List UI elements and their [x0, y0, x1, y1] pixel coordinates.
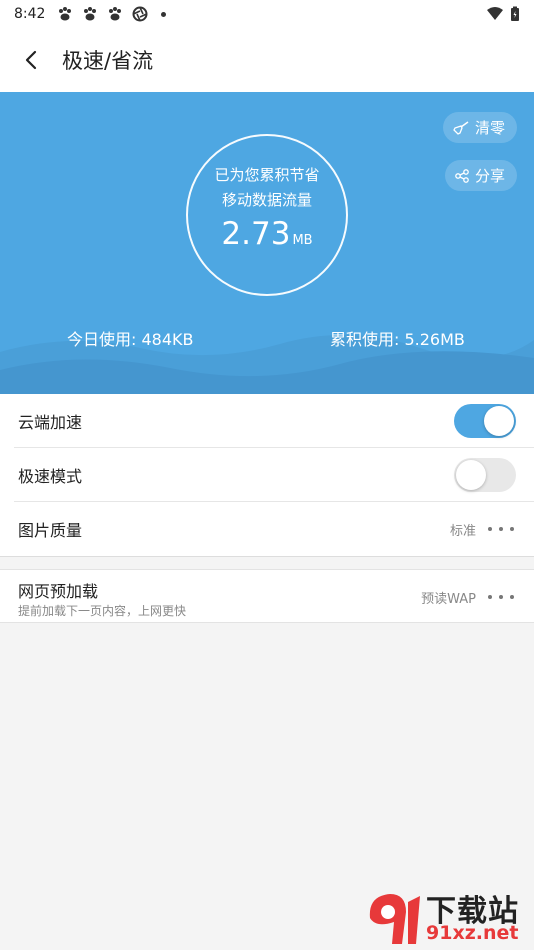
- total-usage: 累积使用: 5.26MB: [330, 330, 465, 349]
- saved-data-circle: 已为您累积节省 移动数据流量 2.73 MB: [186, 134, 348, 296]
- chevron-left-icon: [25, 50, 37, 70]
- image-quality-label: 图片质量: [18, 521, 83, 540]
- more-options-icon[interactable]: [488, 591, 514, 603]
- paw-notification-icon: [109, 7, 122, 21]
- status-bar: 8:42: [0, 0, 534, 28]
- saved-value: 2.73: [221, 216, 291, 252]
- today-usage: 今日使用: 484KB: [67, 330, 194, 349]
- status-time: 8:42: [14, 6, 46, 22]
- saved-caption-line2: 移动数据流量: [221, 191, 312, 209]
- watermark-site: 91xz.net: [426, 922, 519, 944]
- more-notifications-dot: [161, 11, 167, 17]
- toggle-knob: [484, 405, 514, 436]
- broom-icon: [453, 120, 469, 135]
- saved-amount: 2.73 MB: [188, 217, 346, 258]
- section-divider: [0, 556, 534, 557]
- cloud-accel-label: 云端加速: [18, 412, 83, 432]
- back-button[interactable]: [0, 28, 62, 92]
- wifi-icon: [487, 7, 503, 20]
- cloud-accel-row: 云端加速: [14, 394, 534, 448]
- paw-notification-icon: [84, 7, 97, 21]
- share-icon: [455, 168, 469, 183]
- speed-mode-toggle[interactable]: [454, 457, 516, 492]
- battery-icon: [511, 6, 519, 21]
- settings-list: 云端加速 极速模式 图片质量 标准: [0, 394, 534, 556]
- saved-caption-line1: 已为您累积节省: [214, 166, 320, 184]
- image-quality-value: 标准: [449, 523, 476, 539]
- page-title: 极速/省流: [62, 49, 154, 73]
- share-label: 分享: [474, 167, 505, 185]
- clear-label: 清零: [474, 119, 505, 137]
- preload-value: 预读WAP: [421, 592, 476, 607]
- cloud-accel-toggle[interactable]: [454, 403, 516, 438]
- image-quality-row[interactable]: 图片质量 标准: [14, 502, 534, 556]
- preload-title: 网页预加载: [18, 582, 99, 601]
- preload-subtitle: 提前加载下一页内容，上网更快: [18, 604, 187, 618]
- data-saving-panel: 清零 分享 已为您累积节省 移动数据流量 2.73 MB 今日使用: 484KB …: [0, 92, 534, 394]
- app-bar: 极速/省流: [0, 28, 534, 92]
- paw-notification-icon: [59, 7, 72, 21]
- more-options-icon[interactable]: [488, 523, 514, 535]
- share-button[interactable]: 分享: [444, 160, 517, 191]
- aperture-notification-icon: [132, 6, 148, 22]
- saved-unit: MB: [292, 233, 313, 248]
- watermark: 下载站 91xz.net: [362, 884, 532, 950]
- toggle-knob: [456, 459, 486, 490]
- watermark-logo: [369, 894, 420, 944]
- speed-mode-row: 极速模式: [14, 448, 534, 502]
- speed-mode-label: 极速模式: [18, 466, 83, 486]
- preload-row[interactable]: 网页预加载 提前加载下一页内容，上网更快 预读WAP: [0, 569, 534, 623]
- clear-button[interactable]: 清零: [442, 112, 517, 143]
